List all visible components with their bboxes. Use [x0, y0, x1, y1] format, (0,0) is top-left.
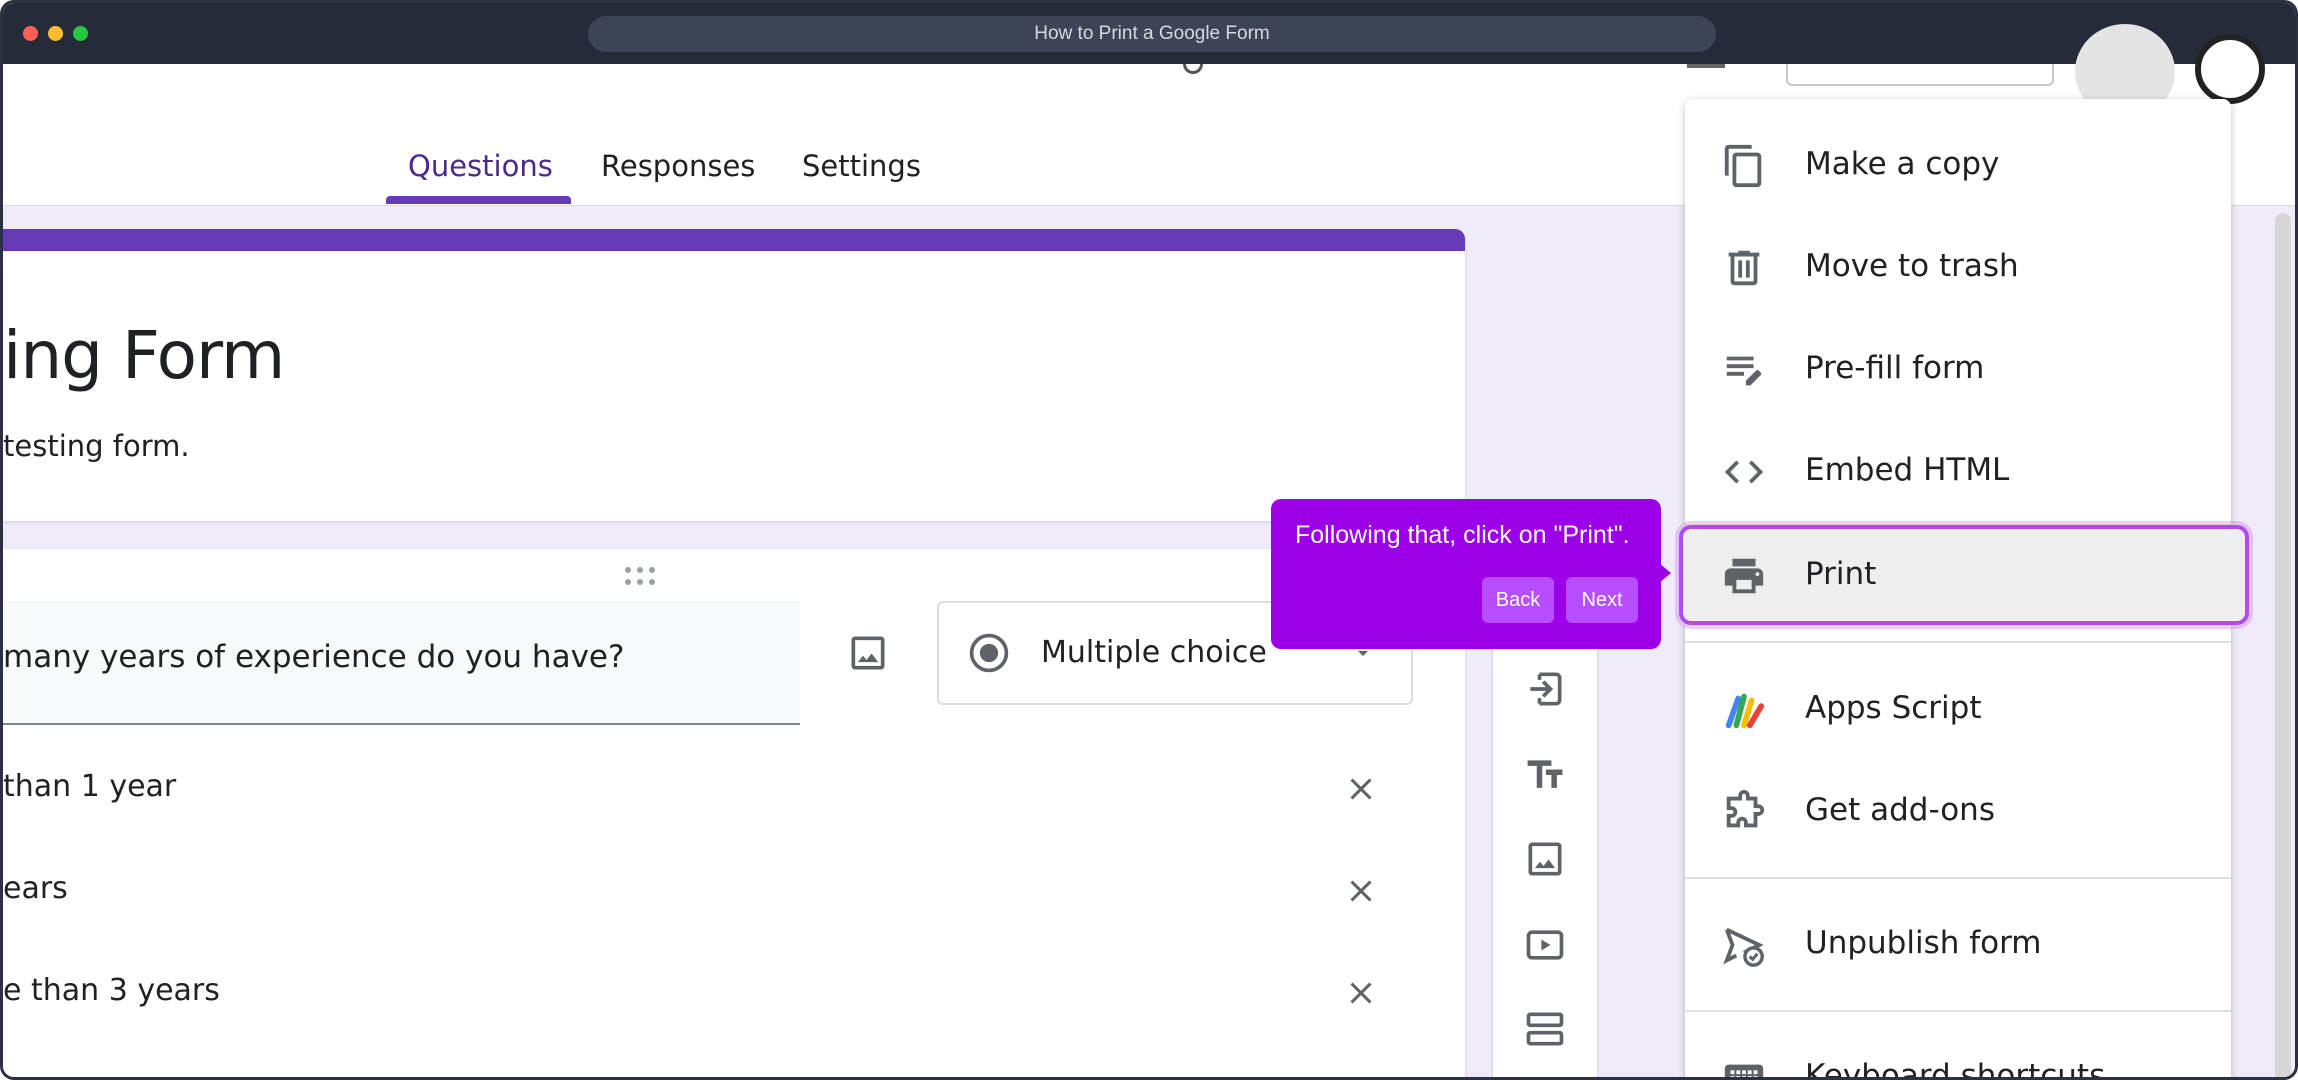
back-button[interactable]: Back: [1482, 577, 1554, 623]
next-button[interactable]: Next: [1566, 577, 1638, 623]
question-side-toolbar: [1493, 603, 1597, 1077]
header-icon-partial-2[interactable]: [1687, 64, 1725, 68]
form-description[interactable]: testing form.: [3, 429, 190, 463]
publish-button-partial[interactable]: [1786, 64, 2054, 86]
menu-item-label: Embed HTML: [1805, 452, 2010, 488]
title-bar: How to Print a Google Form: [3, 3, 2295, 64]
tab-questions[interactable]: Questions: [408, 149, 553, 183]
menu-item-label: Unpublish form: [1805, 925, 2042, 961]
copy-icon: [1721, 143, 1767, 189]
tutorial-tooltip: Following that, click on "Print". Back N…: [1271, 499, 1661, 649]
tooltip-text: Following that, click on "Print".: [1295, 521, 1630, 549]
question-text: many years of experience do you have?: [3, 639, 625, 675]
menu-divider: [1685, 877, 2231, 879]
menu-item-pre-fill-form[interactable]: Pre-fill form: [1685, 318, 2231, 420]
page-scrollbar[interactable]: [2275, 213, 2291, 1077]
menu-item-keyboard-shortcuts[interactable]: Keyboard shortcuts: [1685, 1026, 2231, 1080]
menu-item-embed-html[interactable]: Embed HTML: [1685, 420, 2231, 522]
menu-item-make-a-copy[interactable]: Make a copy: [1685, 114, 2231, 216]
question-title-input[interactable]: many years of experience do you have?: [3, 601, 800, 725]
add-image-icon[interactable]: [846, 631, 890, 675]
menu-item-apps-script[interactable]: Apps Script: [1685, 658, 2231, 760]
close-icon[interactable]: [1343, 975, 1379, 1011]
menu-divider: [1685, 1010, 2231, 1012]
minimize-window-button[interactable]: [48, 26, 63, 41]
active-tab-indicator: [386, 196, 571, 204]
question-card[interactable]: many years of experience do you have? Mu…: [3, 549, 1465, 1077]
close-icon[interactable]: [1343, 771, 1379, 807]
close-icon[interactable]: [1343, 873, 1379, 909]
unpublish-icon: [1721, 922, 1767, 968]
header-icon-partial[interactable]: [1183, 64, 1203, 74]
menu-item-move-to-trash[interactable]: Move to trash: [1685, 216, 2231, 318]
title-text-icon[interactable]: [1523, 753, 1567, 797]
form-title[interactable]: ing Form: [3, 317, 285, 394]
code-icon: [1721, 449, 1767, 495]
menu-item-label: Get add-ons: [1805, 792, 1995, 828]
menu-item-label: Move to trash: [1805, 248, 2019, 284]
add-image-icon[interactable]: [1523, 837, 1567, 881]
tooltip-arrow: [1659, 563, 1671, 583]
trash-icon: [1721, 245, 1767, 291]
apps-script-icon: [1721, 687, 1767, 733]
address-bar[interactable]: How to Print a Google Form: [588, 16, 1716, 52]
menu-item-label: Keyboard shortcuts: [1805, 1058, 2106, 1080]
menu-item-label: Make a copy: [1805, 146, 2000, 182]
question-type-label: Multiple choice: [1041, 635, 1267, 670]
browser-window: How to Print a Google Form Questions Res…: [0, 0, 2298, 1080]
maximize-window-button[interactable]: [73, 26, 88, 41]
prefill-icon: [1721, 347, 1767, 393]
print-highlight-ring: [1679, 525, 2249, 625]
menu-item-label: Pre-fill form: [1805, 350, 1985, 386]
add-section-icon[interactable]: [1523, 1007, 1567, 1051]
avatar[interactable]: [2195, 34, 2265, 104]
radio-button-icon: [967, 631, 1011, 675]
add-video-icon[interactable]: [1523, 923, 1567, 967]
tab-responses[interactable]: Responses: [601, 149, 755, 183]
menu-divider: [1685, 641, 2231, 643]
option-3-text[interactable]: e than 3 years: [3, 973, 220, 1008]
import-questions-icon[interactable]: [1523, 667, 1567, 711]
close-window-button[interactable]: [23, 26, 38, 41]
option-2-text[interactable]: ears: [3, 871, 68, 906]
addons-puzzle-icon: [1721, 789, 1767, 835]
form-header-card[interactable]: ing Form testing form.: [3, 229, 1465, 521]
menu-item-get-add-ons[interactable]: Get add-ons: [1685, 760, 2231, 862]
menu-item-label: Apps Script: [1805, 690, 1982, 726]
menu-item-unpublish-form[interactable]: Unpublish form: [1685, 893, 2231, 995]
tab-settings[interactable]: Settings: [802, 149, 921, 183]
keyboard-icon: [1721, 1055, 1767, 1077]
option-1-text[interactable]: than 1 year: [3, 769, 176, 804]
drag-handle-icon[interactable]: [625, 565, 665, 587]
